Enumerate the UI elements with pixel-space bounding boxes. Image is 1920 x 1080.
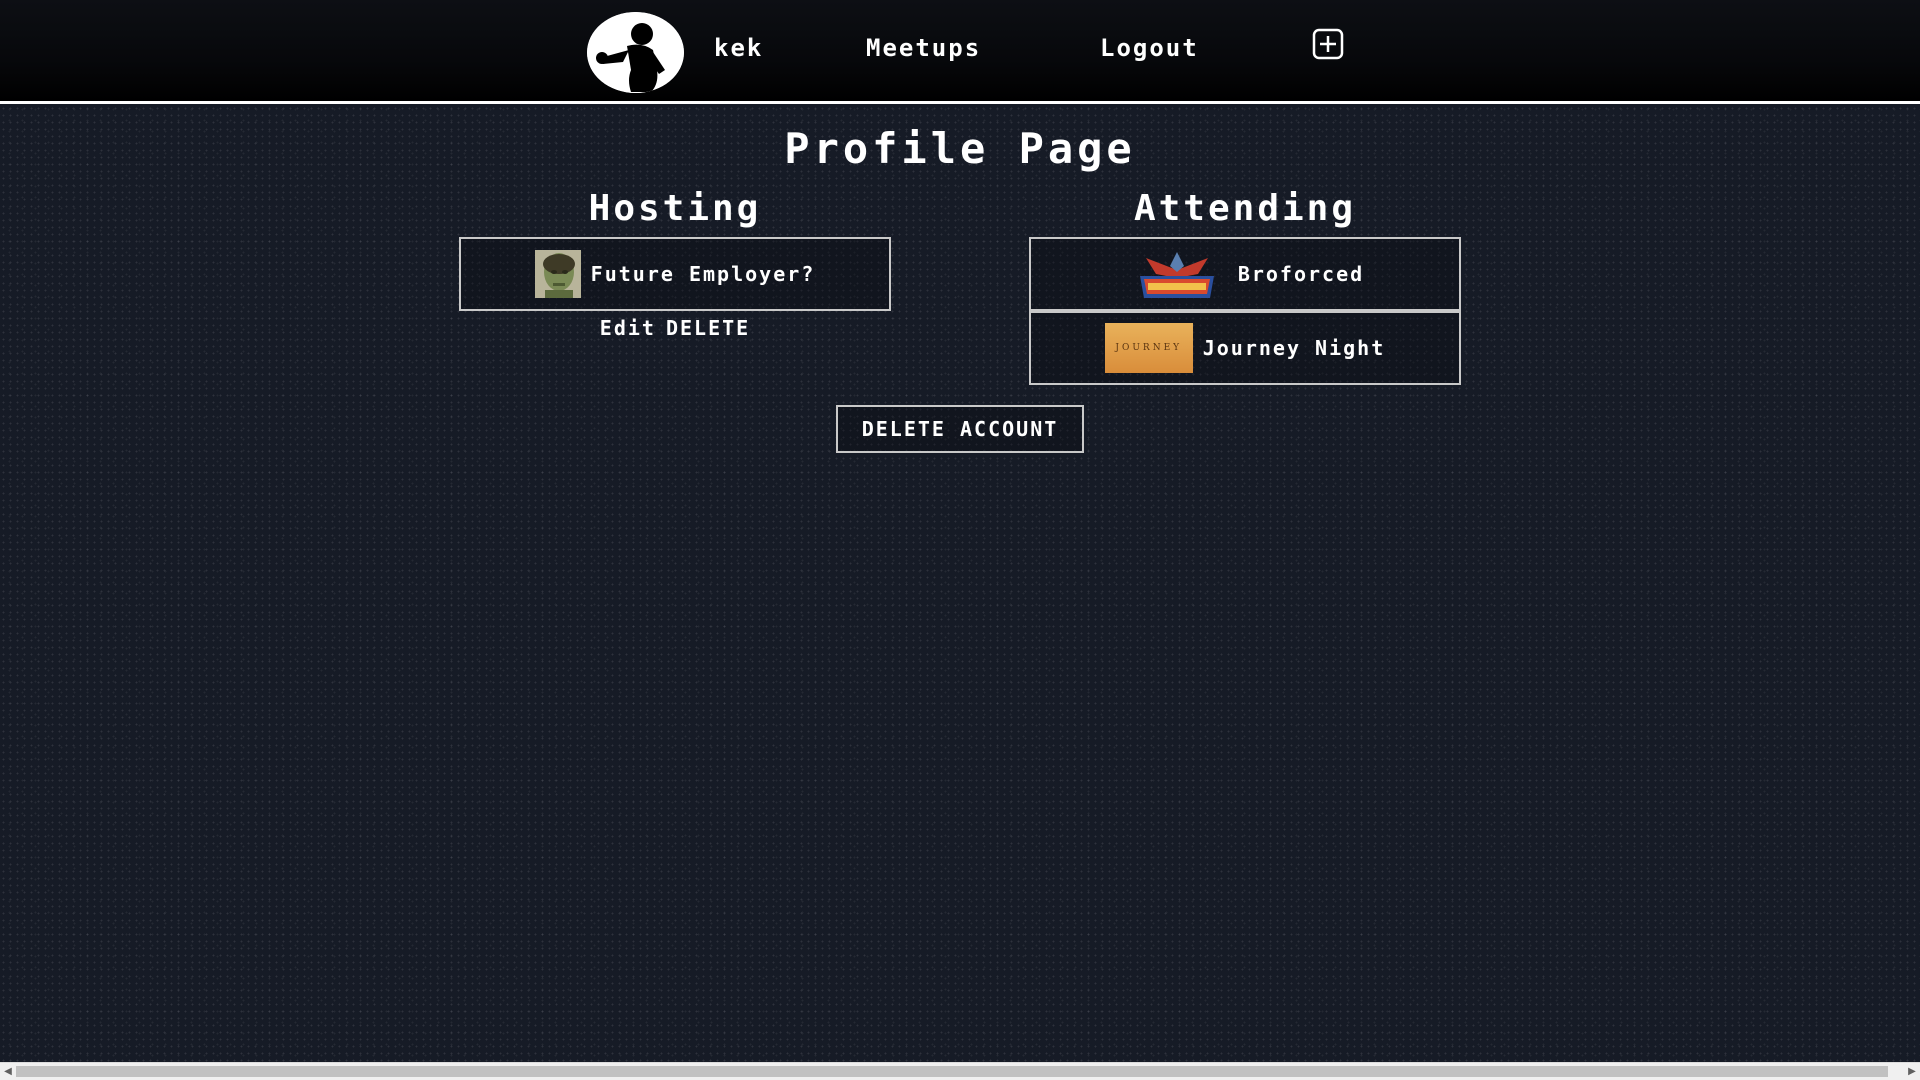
delete-account-button[interactable]: DELETE ACCOUNT: [836, 405, 1084, 453]
hosting-meetup-label: Future Employer?: [590, 262, 816, 286]
silhouette-logo-icon[interactable]: [587, 12, 684, 93]
broforce-logo-thumbnail: [1126, 248, 1228, 300]
horizontal-scrollbar[interactable]: ◀ ▶: [0, 1062, 1920, 1080]
hosting-title: Hosting: [588, 188, 762, 229]
scroll-right-arrow-icon[interactable]: ▶: [1904, 1063, 1920, 1080]
attending-title: Attending: [1133, 188, 1357, 229]
face-thumbnail: [534, 250, 581, 298]
attending-meetup-card[interactable]: Broforced: [1029, 237, 1461, 311]
attending-meetup-label: Broforced: [1237, 262, 1365, 286]
nav-meetups-link[interactable]: Meetups: [866, 34, 981, 62]
attending-meetup-card[interactable]: JOURNEY Journey Night: [1029, 311, 1461, 385]
page-title: Profile Page: [784, 124, 1136, 173]
nav-logout-link[interactable]: Logout: [1100, 34, 1199, 62]
hosting-meetup-card[interactable]: Future Employer?: [459, 237, 891, 311]
scroll-left-arrow-icon[interactable]: ◀: [0, 1063, 16, 1080]
delete-meetup-link[interactable]: DELETE: [666, 316, 750, 340]
scrollbar-thumb[interactable]: [16, 1066, 1888, 1077]
nav-username-link[interactable]: kek: [714, 34, 763, 62]
plus-square-icon[interactable]: [1312, 28, 1344, 60]
edit-meetup-link[interactable]: Edit: [600, 316, 656, 340]
attending-meetup-label: Journey Night: [1202, 336, 1386, 360]
journey-thumbnail-text: JOURNEY: [1115, 343, 1183, 353]
hosting-actions: Edit DELETE: [460, 316, 890, 340]
top-navbar: kek Meetups Logout: [0, 0, 1920, 104]
journey-thumbnail: JOURNEY: [1104, 323, 1193, 373]
